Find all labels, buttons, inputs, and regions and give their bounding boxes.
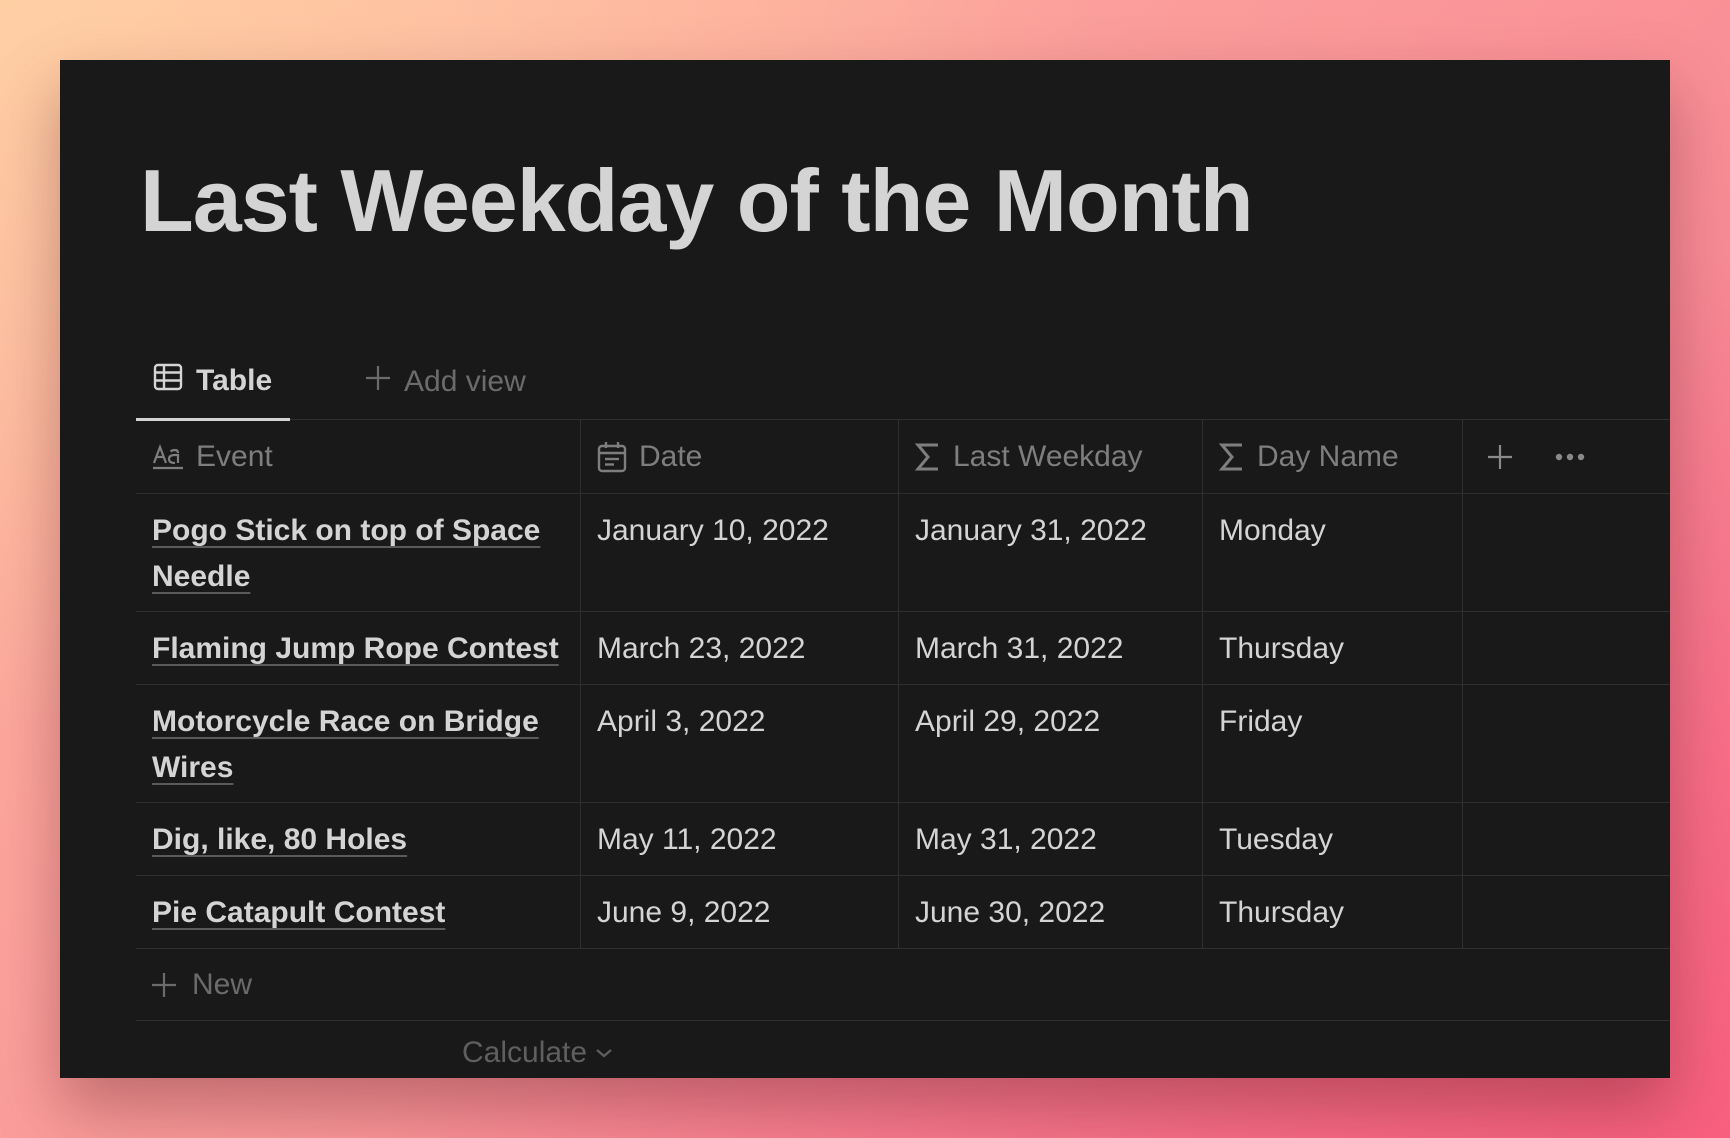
ellipsis-icon bbox=[1555, 453, 1585, 461]
add-view-button[interactable]: Add view bbox=[364, 344, 526, 420]
calculate-button[interactable]: Calculate bbox=[462, 1036, 613, 1070]
table-header-row: Event Date Last Weekday Day Name bbox=[136, 420, 1670, 494]
chevron-down-icon bbox=[595, 1047, 613, 1059]
cell-event[interactable]: Dig, like, 80 Holes bbox=[136, 803, 581, 875]
calculate-label: Calculate bbox=[462, 1036, 588, 1069]
cell-last-weekday[interactable]: April 29, 2022 bbox=[899, 685, 1203, 802]
cell-event[interactable]: Pogo Stick on top of Space Needle bbox=[136, 494, 581, 611]
table-row[interactable]: Motorcycle Race on Bridge Wires April 3,… bbox=[136, 685, 1670, 803]
column-label: Day Name bbox=[1257, 439, 1399, 473]
cell-day-name[interactable]: Monday bbox=[1203, 494, 1463, 611]
cell-empty bbox=[1463, 612, 1670, 684]
cell-day-name[interactable]: Thursday bbox=[1203, 612, 1463, 684]
cell-day-name[interactable]: Tuesday bbox=[1203, 803, 1463, 875]
table-row[interactable]: Flaming Jump Rope Contest March 23, 2022… bbox=[136, 612, 1670, 685]
column-header-date[interactable]: Date bbox=[581, 420, 899, 493]
tab-table-label: Table bbox=[196, 364, 273, 397]
table-icon bbox=[152, 361, 184, 401]
notion-window: Last Weekday of the Month Table Add view… bbox=[60, 60, 1670, 1078]
new-row-button[interactable]: New bbox=[136, 950, 1670, 1021]
tab-table[interactable]: Table bbox=[136, 344, 291, 421]
add-view-label: Add view bbox=[404, 365, 526, 398]
cell-event[interactable]: Pie Catapult Contest bbox=[136, 876, 581, 948]
cell-event[interactable]: Flaming Jump Rope Contest bbox=[136, 612, 581, 684]
cell-date[interactable]: May 11, 2022 bbox=[581, 803, 899, 875]
view-tabs: Table Add view bbox=[136, 344, 1670, 421]
plus-icon bbox=[1488, 445, 1512, 469]
cell-event[interactable]: Motorcycle Race on Bridge Wires bbox=[136, 685, 581, 802]
cell-empty bbox=[1463, 876, 1670, 948]
cell-date[interactable]: March 23, 2022 bbox=[581, 612, 899, 684]
table-row[interactable]: Pogo Stick on top of Space Needle Januar… bbox=[136, 494, 1670, 612]
sigma-icon bbox=[1219, 441, 1245, 473]
table-row[interactable]: Dig, like, 80 Holes May 11, 2022 May 31,… bbox=[136, 803, 1670, 876]
cell-date[interactable]: April 3, 2022 bbox=[581, 685, 899, 802]
new-row-label: New bbox=[192, 968, 253, 1001]
table-row[interactable]: Pie Catapult Contest June 9, 2022 June 3… bbox=[136, 876, 1670, 949]
cell-day-name[interactable]: Friday bbox=[1203, 685, 1463, 802]
text-icon bbox=[152, 443, 184, 471]
cell-empty bbox=[1463, 803, 1670, 875]
cell-last-weekday[interactable]: June 30, 2022 bbox=[899, 876, 1203, 948]
database-table: Event Date Last Weekday Day Name Pogo St… bbox=[136, 420, 1670, 949]
cell-empty bbox=[1463, 685, 1670, 802]
calendar-icon bbox=[597, 441, 627, 473]
more-options-button[interactable] bbox=[1555, 420, 1585, 494]
cell-date[interactable]: January 10, 2022 bbox=[581, 494, 899, 611]
cell-last-weekday[interactable]: March 31, 2022 bbox=[899, 612, 1203, 684]
event-link[interactable]: Motorcycle Race on Bridge Wires bbox=[152, 705, 539, 784]
add-property-button[interactable] bbox=[1487, 420, 1513, 494]
column-label: Date bbox=[639, 439, 703, 473]
cell-empty bbox=[1463, 494, 1670, 611]
column-header-event[interactable]: Event bbox=[136, 420, 581, 493]
plus-icon bbox=[364, 364, 392, 400]
cell-last-weekday[interactable]: May 31, 2022 bbox=[899, 803, 1203, 875]
column-header-actions bbox=[1463, 420, 1670, 493]
cell-date[interactable]: June 9, 2022 bbox=[581, 876, 899, 948]
event-link[interactable]: Pogo Stick on top of Space Needle bbox=[152, 514, 540, 593]
plus-icon bbox=[150, 971, 178, 999]
cell-last-weekday[interactable]: January 31, 2022 bbox=[899, 494, 1203, 611]
column-label: Last Weekday bbox=[953, 439, 1143, 473]
column-header-day-name[interactable]: Day Name bbox=[1203, 420, 1463, 493]
cell-day-name[interactable]: Thursday bbox=[1203, 876, 1463, 948]
column-label: Event bbox=[196, 439, 273, 473]
column-header-last-weekday[interactable]: Last Weekday bbox=[899, 420, 1203, 493]
event-link[interactable]: Pie Catapult Contest bbox=[152, 896, 445, 929]
sigma-icon bbox=[915, 441, 941, 473]
page-title: Last Weekday of the Month bbox=[140, 151, 1254, 250]
event-link[interactable]: Flaming Jump Rope Contest bbox=[152, 632, 559, 665]
event-link[interactable]: Dig, like, 80 Holes bbox=[152, 823, 407, 856]
